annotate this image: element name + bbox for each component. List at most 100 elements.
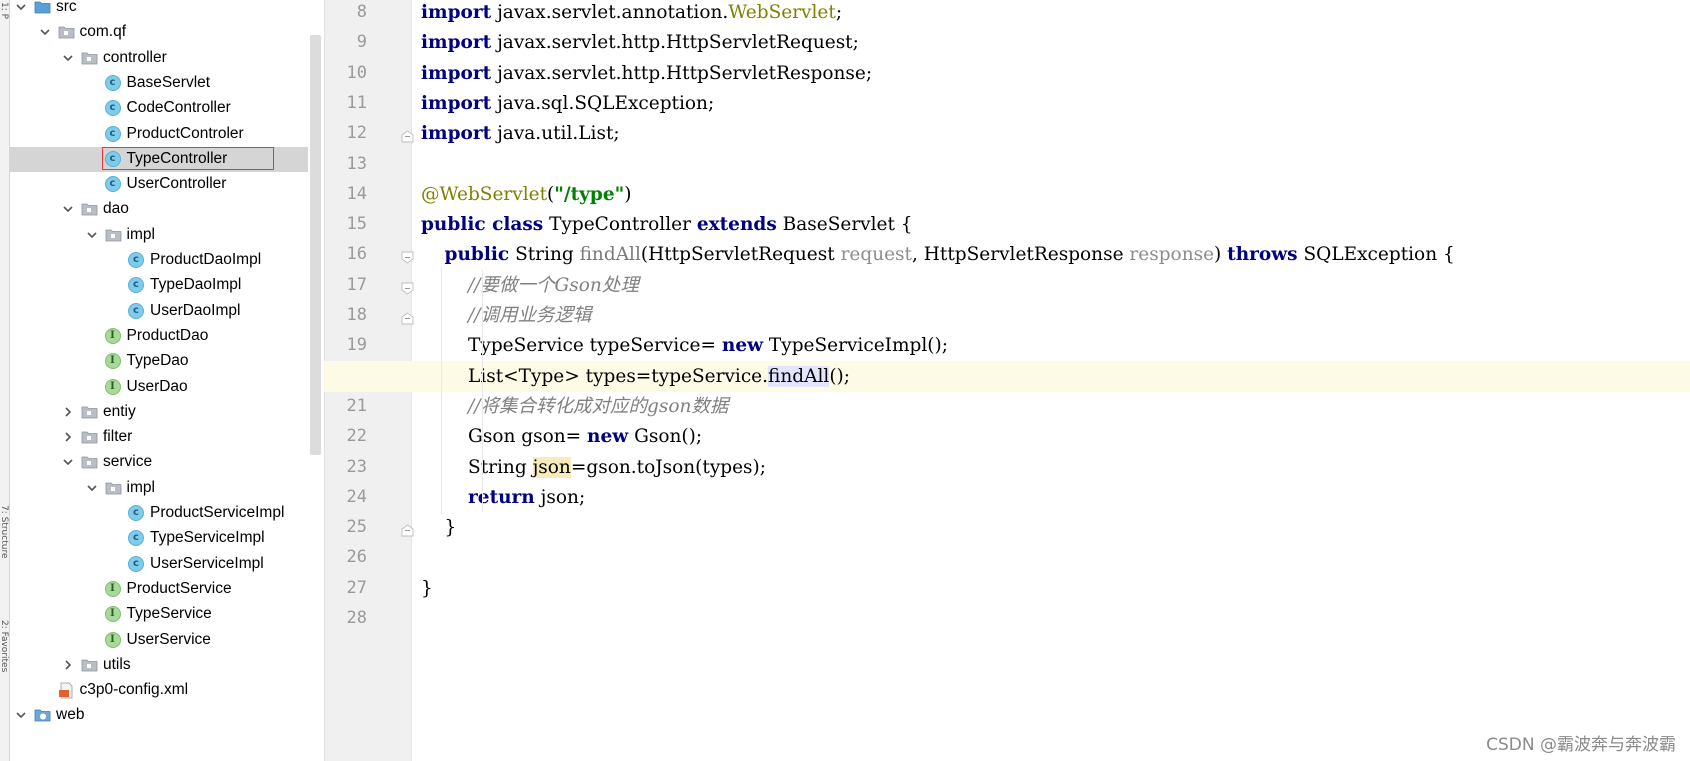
- code-line[interactable]: import javax.servlet.http.HttpServletRes…: [421, 58, 872, 89]
- code-editor[interactable]: import javax.servlet.annotation.WebServl…: [411, 0, 1690, 761]
- tree-item-typecontroller[interactable]: c TypeController: [10, 146, 308, 172]
- line-number: 23: [346, 456, 367, 477]
- code-token: java.util.List;: [497, 123, 620, 145]
- tree-item-userdao[interactable]: I UserDao: [10, 375, 308, 400]
- tree-item-src[interactable]: src: [10, 0, 308, 20]
- chevron-right-icon[interactable]: [61, 657, 75, 671]
- code-token: "/type": [554, 183, 625, 205]
- line-number: 27: [346, 577, 367, 598]
- chevron-down-icon[interactable]: [61, 454, 75, 468]
- tree-item-productcontroler[interactable]: c ProductControler: [10, 122, 308, 147]
- tree-item-service[interactable]: service: [10, 450, 308, 475]
- tree-item-filter[interactable]: filter: [10, 425, 308, 450]
- chevron-down-icon[interactable]: [14, 707, 28, 721]
- code-line[interactable]: import java.util.List;: [421, 118, 620, 149]
- tree-item-impl[interactable]: impl: [10, 476, 308, 501]
- code-line[interactable]: public class TypeController extends Base…: [421, 209, 913, 240]
- tree-item-productservice[interactable]: I ProductService: [10, 577, 308, 602]
- class-icon: c: [128, 555, 144, 572]
- tree-item-baseservlet[interactable]: c BaseServlet: [10, 71, 308, 96]
- tree-item-productdao[interactable]: I ProductDao: [10, 324, 308, 349]
- project-tool-tab[interactable]: 1: P: [0, 2, 9, 42]
- tree-item-codecontroller[interactable]: c CodeController: [10, 96, 308, 121]
- code-token: (HttpServletRequest: [640, 244, 841, 266]
- code-line[interactable]: //将集合转化成对应的gson数据: [421, 391, 728, 422]
- chevron-right-icon[interactable]: [61, 404, 75, 418]
- code-line[interactable]: public String findAll(HttpServletRequest…: [421, 239, 1455, 270]
- code-token: findAll: [768, 365, 830, 387]
- tree-item-typeservice[interactable]: I TypeService: [10, 602, 308, 627]
- tree-item-label: c3p0-config.xml: [79, 681, 189, 699]
- class-icon: c: [128, 302, 144, 319]
- tree-item-entiy[interactable]: entiy: [10, 400, 308, 425]
- code-line[interactable]: //调用业务逻辑: [421, 300, 591, 331]
- chevron-right-icon[interactable]: [61, 429, 75, 443]
- chevron-down-icon[interactable]: [61, 201, 75, 215]
- tree-item-userservice[interactable]: I UserService: [10, 628, 308, 653]
- project-tree-scrollbar[interactable]: [310, 35, 321, 455]
- code-line[interactable]: import javax.servlet.http.HttpServletReq…: [421, 27, 859, 58]
- code-token: BaseServlet {: [782, 214, 913, 236]
- tree-item-typeserviceimpl[interactable]: c TypeServiceImpl: [10, 526, 308, 551]
- tree-item-web[interactable]: web: [10, 703, 308, 728]
- code-line[interactable]: @WebServlet("/type"): [421, 179, 632, 210]
- code-line[interactable]: }: [421, 512, 457, 543]
- tree-item-dao[interactable]: dao: [10, 197, 308, 222]
- package-icon: [81, 404, 98, 420]
- tree-item-label: controller: [103, 48, 167, 66]
- code-line[interactable]: String json=gson.toJson(types);: [421, 452, 766, 483]
- indent-guide: [482, 269, 483, 513]
- tree-item-label: TypeServiceImpl: [150, 529, 265, 547]
- code-line[interactable]: List<Type> types=typeService.findAll();: [421, 361, 850, 392]
- tree-item-label: UserDao: [126, 377, 188, 395]
- tree-item-impl[interactable]: impl: [10, 223, 308, 248]
- tree-item-com-qf[interactable]: com.qf: [10, 20, 308, 45]
- code-token: java.sql.SQLException;: [497, 92, 715, 114]
- code-line[interactable]: TypeService typeService= new TypeService…: [421, 330, 948, 361]
- tree-item-label: TypeDao: [126, 352, 189, 370]
- selection-highlight-box: [101, 146, 274, 170]
- tree-item-userserviceimpl[interactable]: c UserServiceImpl: [10, 552, 308, 577]
- package-icon: [81, 657, 98, 673]
- tree-item-c3p0-config-xml[interactable]: c3p0-config.xml: [10, 678, 308, 703]
- structure-tool-tab[interactable]: 7: Structure: [0, 505, 9, 585]
- tree-item-userdaoimpl[interactable]: c UserDaoImpl: [10, 299, 308, 324]
- code-token: TypeService typeService=: [421, 335, 716, 357]
- interface-icon: I: [104, 378, 121, 395]
- code-token: response: [1129, 244, 1215, 266]
- chevron-down-icon[interactable]: [38, 24, 52, 38]
- code-line[interactable]: Gson gson= new Gson();: [421, 421, 702, 452]
- tree-item-typedaoimpl[interactable]: c TypeDaoImpl: [10, 273, 308, 298]
- project-tree: src com.qf controller c BaseServlet c CodeCont…: [10, 0, 308, 761]
- tree-item-typedao[interactable]: I TypeDao: [10, 349, 308, 374]
- code-line[interactable]: }: [421, 573, 433, 604]
- chevron-down-icon[interactable]: [14, 0, 28, 13]
- tree-item-label: impl: [126, 225, 155, 243]
- code-line[interactable]: import javax.servlet.annotation.WebServl…: [421, 0, 842, 28]
- code-line[interactable]: //要做一个Gson处理: [421, 270, 639, 301]
- tree-item-label: com.qf: [79, 23, 127, 41]
- indent-guide: [441, 267, 442, 515]
- chevron-down-icon[interactable]: [85, 480, 99, 494]
- chevron-down-icon[interactable]: [85, 227, 99, 241]
- line-number: 25: [346, 517, 367, 538]
- code-token: import: [421, 32, 492, 54]
- tree-item-utils[interactable]: utils: [10, 653, 308, 678]
- tree-item-controller[interactable]: controller: [10, 46, 308, 71]
- line-number: 22: [346, 426, 367, 447]
- tree-item-usercontroller[interactable]: c UserController: [10, 172, 308, 197]
- source-folder-icon: [34, 0, 51, 15]
- favorites-tool-tab[interactable]: 2: Favorites: [0, 620, 9, 690]
- tree-item-productserviceimpl[interactable]: c ProductServiceImpl: [10, 501, 308, 526]
- code-token: throws: [1227, 244, 1298, 266]
- code-line[interactable]: return json;: [421, 482, 585, 513]
- chevron-down-icon[interactable]: [61, 50, 75, 64]
- code-line[interactable]: import java.sql.SQLException;: [421, 88, 714, 119]
- interface-icon: I: [104, 580, 121, 597]
- tree-item-productdaoimpl[interactable]: c ProductDaoImpl: [10, 248, 308, 273]
- class-icon: c: [128, 252, 144, 268]
- class-icon: c: [104, 100, 121, 117]
